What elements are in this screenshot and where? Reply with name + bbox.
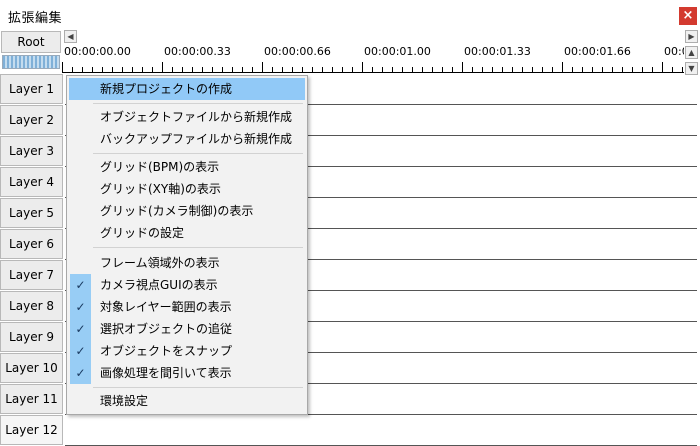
menu-item-follow-selection[interactable]: ✓ 選択オブジェクトの追従 [69,318,305,340]
menu-item-label: カメラ視点GUIの表示 [100,278,218,292]
layer-button[interactable]: Layer 2 [0,105,63,135]
layer-button[interactable]: Layer 4 [0,167,63,197]
menu-item-grid-camera[interactable]: グリッド(カメラ制御)の表示 [69,200,305,222]
layer-button[interactable]: Layer 5 [0,198,63,228]
ruler-label: 00:00:00.66 [264,45,331,58]
layer-button[interactable]: Layer 11 [0,384,63,414]
window-title: 拡張編集 [8,11,63,26]
layer-button[interactable]: Layer 6 [0,229,63,259]
ruler-label: 00:00:01.33 [464,45,531,58]
ruler-label: 00:00:00.00 [64,45,131,58]
menu-item-preferences[interactable]: 環境設定 [69,390,305,412]
menu-item-label: グリッドの設定 [100,226,185,240]
ruler-label: 00:0 [664,45,684,58]
layer-button[interactable]: Layer 10 [0,353,63,383]
menu-item-label: 画像処理を間引いて表示 [100,366,232,380]
menu-item-grid-xy[interactable]: グリッド(XY軸)の表示 [69,178,305,200]
menu-item-label: グリッド(カメラ制御)の表示 [100,204,254,218]
menu-separator [93,387,303,388]
layer-button[interactable]: Layer 12 [0,415,63,445]
menu-item-label: 選択オブジェクトの追従 [100,322,233,336]
menu-item-snap-objects[interactable]: ✓ オブジェクトをスナップ [69,340,305,362]
menu-separator [93,153,303,154]
menu-item-label: オブジェクトファイルから新規作成 [100,110,293,124]
menu-item-label: フレーム領域外の表示 [100,256,220,270]
root-button[interactable]: Root [1,31,61,53]
checkmark-icon: ✓ [70,274,91,296]
layer-button[interactable]: Layer 1 [0,74,63,104]
layer-button[interactable]: Layer 9 [0,322,63,352]
scroll-left-arrow-icon[interactable]: ◀ [64,30,77,43]
ruler-ticks [62,62,683,72]
menu-separator [93,247,303,248]
menu-item-label: 環境設定 [100,394,149,408]
menu-item-label: バックアップファイルから新規作成 [100,132,293,146]
layer-button[interactable]: Layer 8 [0,291,63,321]
time-ruler[interactable]: 00:00:00.00 00:00:00.33 00:00:00.66 00:0… [62,43,684,73]
menu-item-grid-settings[interactable]: グリッドの設定 [69,222,305,244]
menu-item-label: 新規プロジェクトの作成 [100,82,233,96]
close-button[interactable]: × [679,7,697,25]
menu-separator [93,103,303,104]
menu-item-label: グリッド(XY軸)の表示 [100,182,221,196]
menu-item-new-from-backup-file[interactable]: バックアップファイルから新規作成 [69,128,305,150]
menu-item-camera-gui[interactable]: ✓ カメラ視点GUIの表示 [69,274,305,296]
checkmark-icon: ✓ [70,340,91,362]
menu-item-label: グリッド(BPM)の表示 [100,160,220,174]
menu-item-new-project[interactable]: 新規プロジェクトの作成 [69,78,305,100]
checkmark-icon: ✓ [70,318,91,340]
menu-item-label: 対象レイヤー範囲の表示 [100,300,232,314]
context-menu: 新規プロジェクトの作成 オブジェクトファイルから新規作成 バックアップファイルか… [66,75,308,415]
root-scene-indicator[interactable] [2,55,60,69]
menu-item-label: オブジェクトをスナップ [100,344,233,358]
ruler-label: 00:00:01.00 [364,45,431,58]
title-bar: 拡張編集 × [0,0,700,30]
checkmark-icon: ✓ [70,296,91,318]
layer-button[interactable]: Layer 3 [0,136,63,166]
menu-item-thin-image-processing[interactable]: ✓ 画像処理を間引いて表示 [69,362,305,384]
layer-row: Layer 12 [0,415,700,446]
layer-button[interactable]: Layer 7 [0,260,63,290]
ruler-label: 00:00:01.66 [564,45,631,58]
menu-item-grid-bpm[interactable]: グリッド(BPM)の表示 [69,156,305,178]
menu-item-layer-range[interactable]: ✓ 対象レイヤー範囲の表示 [69,296,305,318]
checkmark-icon: ✓ [70,362,91,384]
menu-item-new-from-object-file[interactable]: オブジェクトファイルから新規作成 [69,106,305,128]
ruler-label: 00:00:00.33 [164,45,231,58]
scroll-up-arrow-icon[interactable]: ▲ [685,46,698,59]
menu-item-outside-frame[interactable]: フレーム領域外の表示 [69,252,305,274]
scroll-right-arrow-icon[interactable]: ▶ [685,30,698,43]
